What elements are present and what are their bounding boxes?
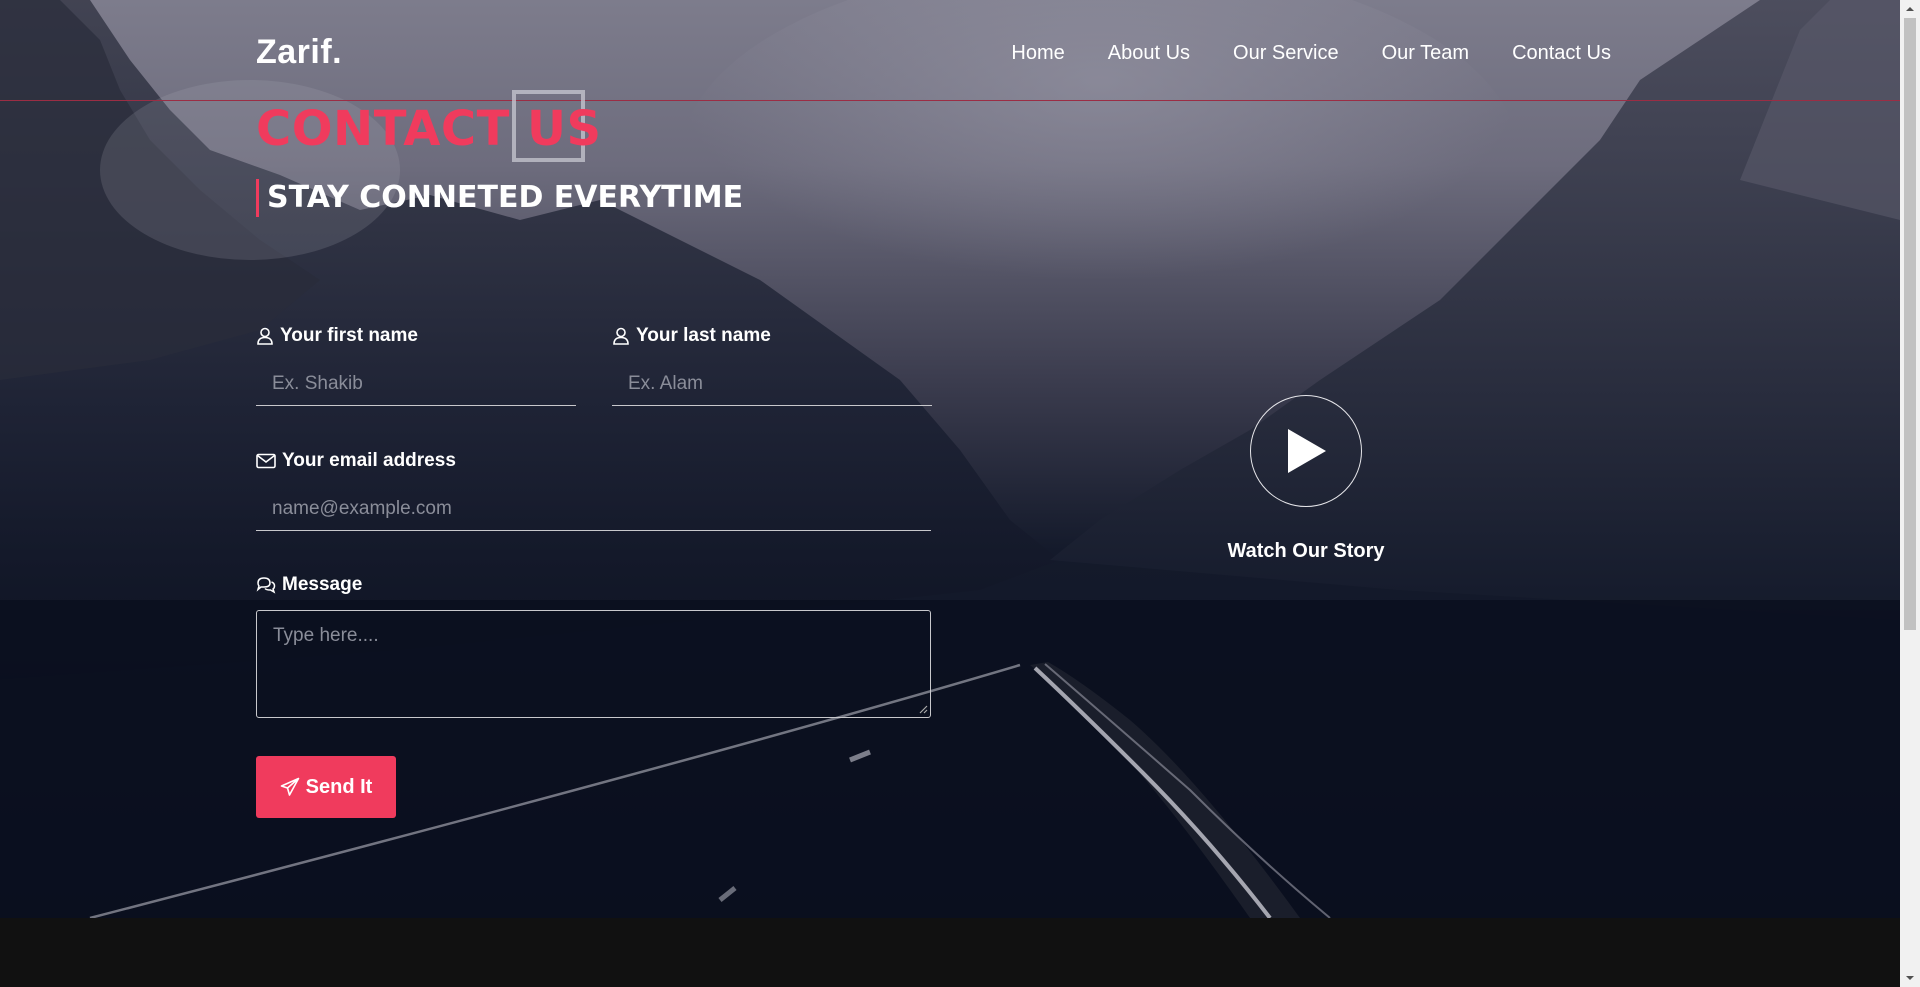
watch-story-label[interactable]: Watch Our Story [1216,540,1396,563]
page-subtitle: STAY CONNETED EVERYTIME [256,179,743,217]
send-button-label: Send It [305,775,373,798]
nav-our-service[interactable]: Our Service [1233,42,1339,65]
send-button[interactable]: Send It [256,756,396,818]
email-label: Your email address [256,450,456,472]
play-video-button[interactable] [1250,395,1362,507]
message-textarea[interactable] [256,610,931,718]
user-icon [257,327,273,345]
nav-home[interactable]: Home [1011,42,1064,65]
main-nav: Home About Us Our Service Our Team Conta… [1011,42,1611,65]
scroll-down-arrow-icon[interactable] [1904,972,1916,984]
last-name-label: Your last name [612,325,771,347]
page-scrollbar[interactable] [1900,0,1920,987]
message-label-text: Message [282,574,363,595]
comments-icon [256,577,276,594]
first-name-label: Your first name [256,325,418,347]
paper-plane-icon [280,777,299,796]
scrollbar-thumb[interactable] [1904,18,1916,630]
nav-contact-us[interactable]: Contact Us [1512,42,1611,65]
page-title: CONTACT US [256,101,602,157]
message-label: Message [256,574,362,596]
scroll-up-arrow-icon[interactable] [1904,3,1916,15]
email-label-text: Your email address [282,450,456,471]
resize-grip-icon[interactable] [918,704,928,714]
envelope-icon [256,453,276,469]
play-icon [1288,429,1326,473]
first-name-label-text: Your first name [280,325,418,346]
logo[interactable]: Zarif. [256,33,342,72]
nav-our-team[interactable]: Our Team [1382,42,1469,65]
nav-about-us[interactable]: About Us [1108,42,1190,65]
user-icon [613,327,629,345]
last-name-label-text: Your last name [636,325,771,346]
last-name-input[interactable] [612,362,932,406]
email-input[interactable] [256,487,931,531]
first-name-input[interactable] [256,362,576,406]
